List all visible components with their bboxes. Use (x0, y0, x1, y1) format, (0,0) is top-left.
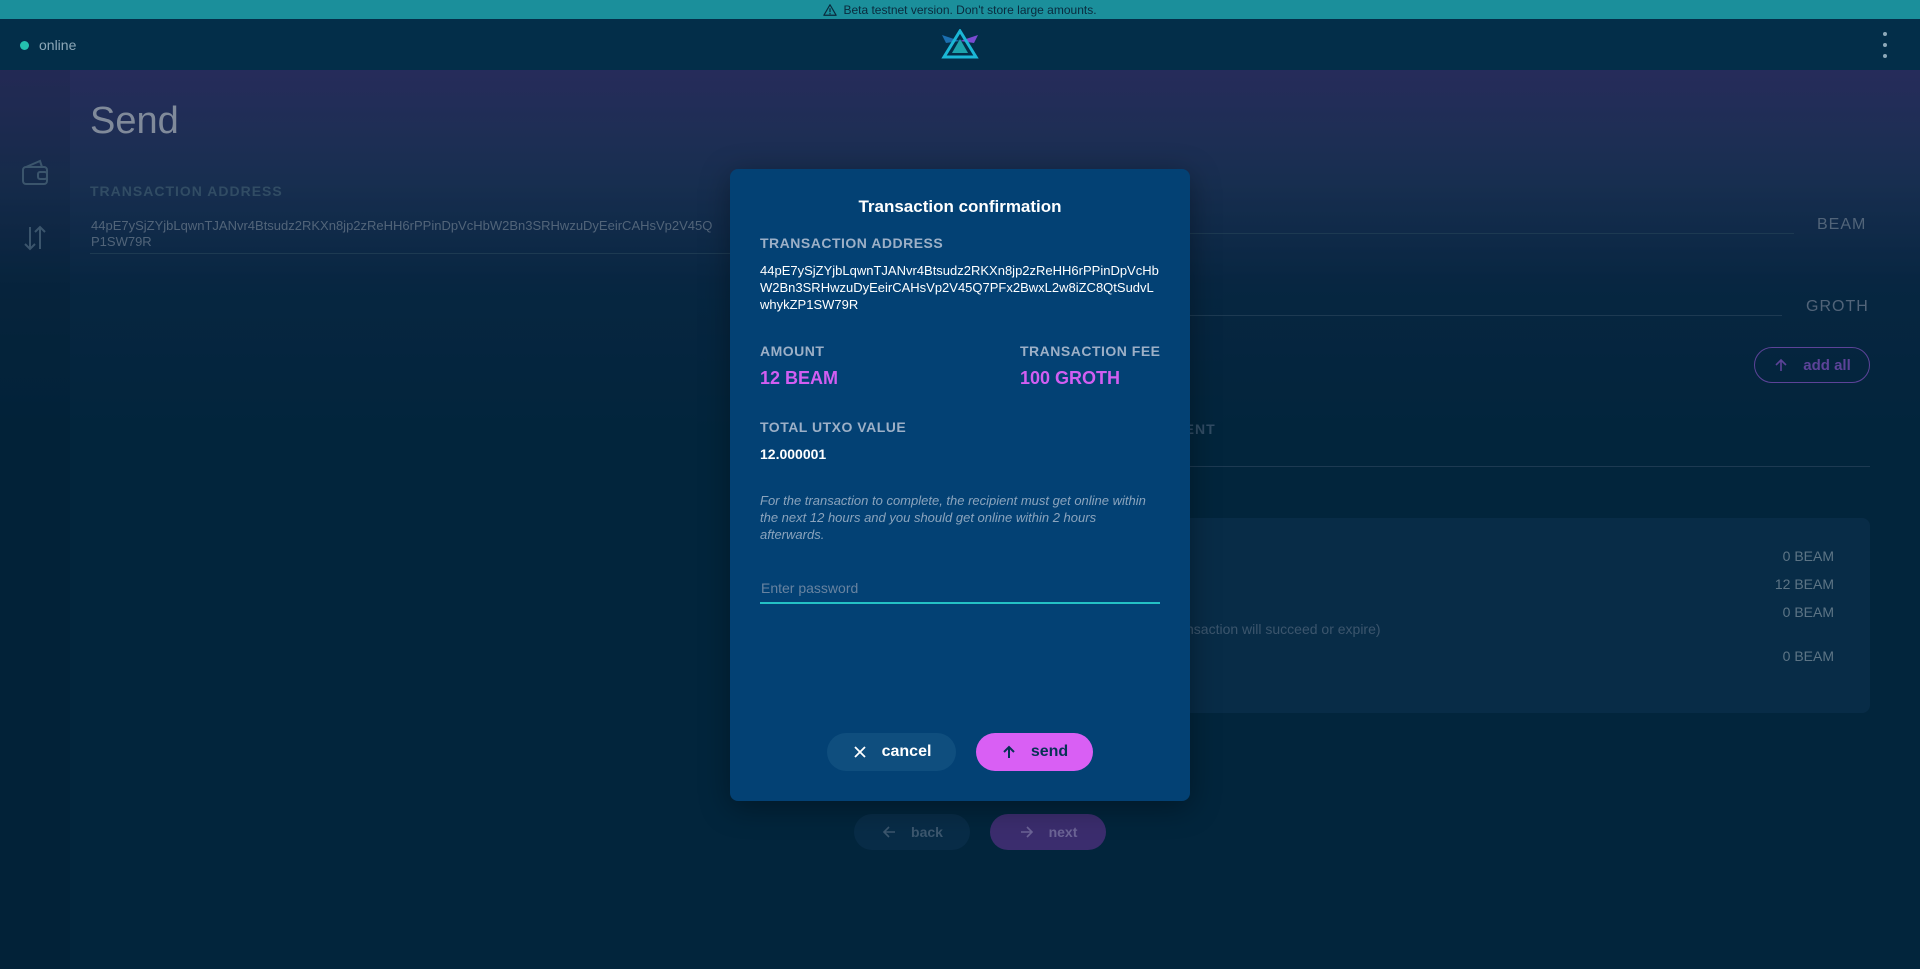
amount-label: AMOUNT (760, 343, 825, 359)
status-text: online (39, 37, 77, 53)
arrow-up-icon (1003, 745, 1015, 758)
top-bar: online (0, 19, 1920, 70)
utxo-value: 12.000001 (760, 446, 827, 462)
send-button[interactable]: send (976, 733, 1093, 771)
send-label: send (1030, 743, 1069, 760)
fee-label: TRANSACTION FEE (1020, 343, 1161, 359)
amount-value: 12 BEAM (760, 368, 839, 388)
modal-address-value: 44pE7ySjZYjbLqwnTJANvr4Btsudz2RKXn8jp2zR… (760, 263, 1159, 312)
online-indicator-icon (20, 40, 29, 50)
beam-logo-icon (941, 29, 979, 59)
close-icon (853, 746, 866, 758)
more-menu-icon[interactable] (1880, 32, 1890, 58)
dialog-title: Transaction confirmation (858, 197, 1062, 216)
password-input[interactable] (760, 574, 1160, 604)
cancel-label: cancel (881, 743, 932, 760)
connection-status: online (20, 37, 76, 53)
transaction-confirmation-dialog: Transaction confirmation TRANSACTION ADD… (730, 169, 1190, 801)
warning-icon (823, 3, 838, 16)
banner-text: Beta testnet version. Don't store large … (843, 2, 1097, 17)
fee-value: 100 GROTH (1020, 368, 1121, 388)
beta-banner: Beta testnet version. Don't store large … (0, 0, 1920, 19)
online-requirement-note: For the transaction to complete, the rec… (760, 493, 1146, 542)
modal-address-label: TRANSACTION ADDRESS (760, 235, 944, 251)
utxo-label: TOTAL UTXO VALUE (760, 419, 907, 435)
cancel-button[interactable]: cancel (827, 733, 956, 771)
